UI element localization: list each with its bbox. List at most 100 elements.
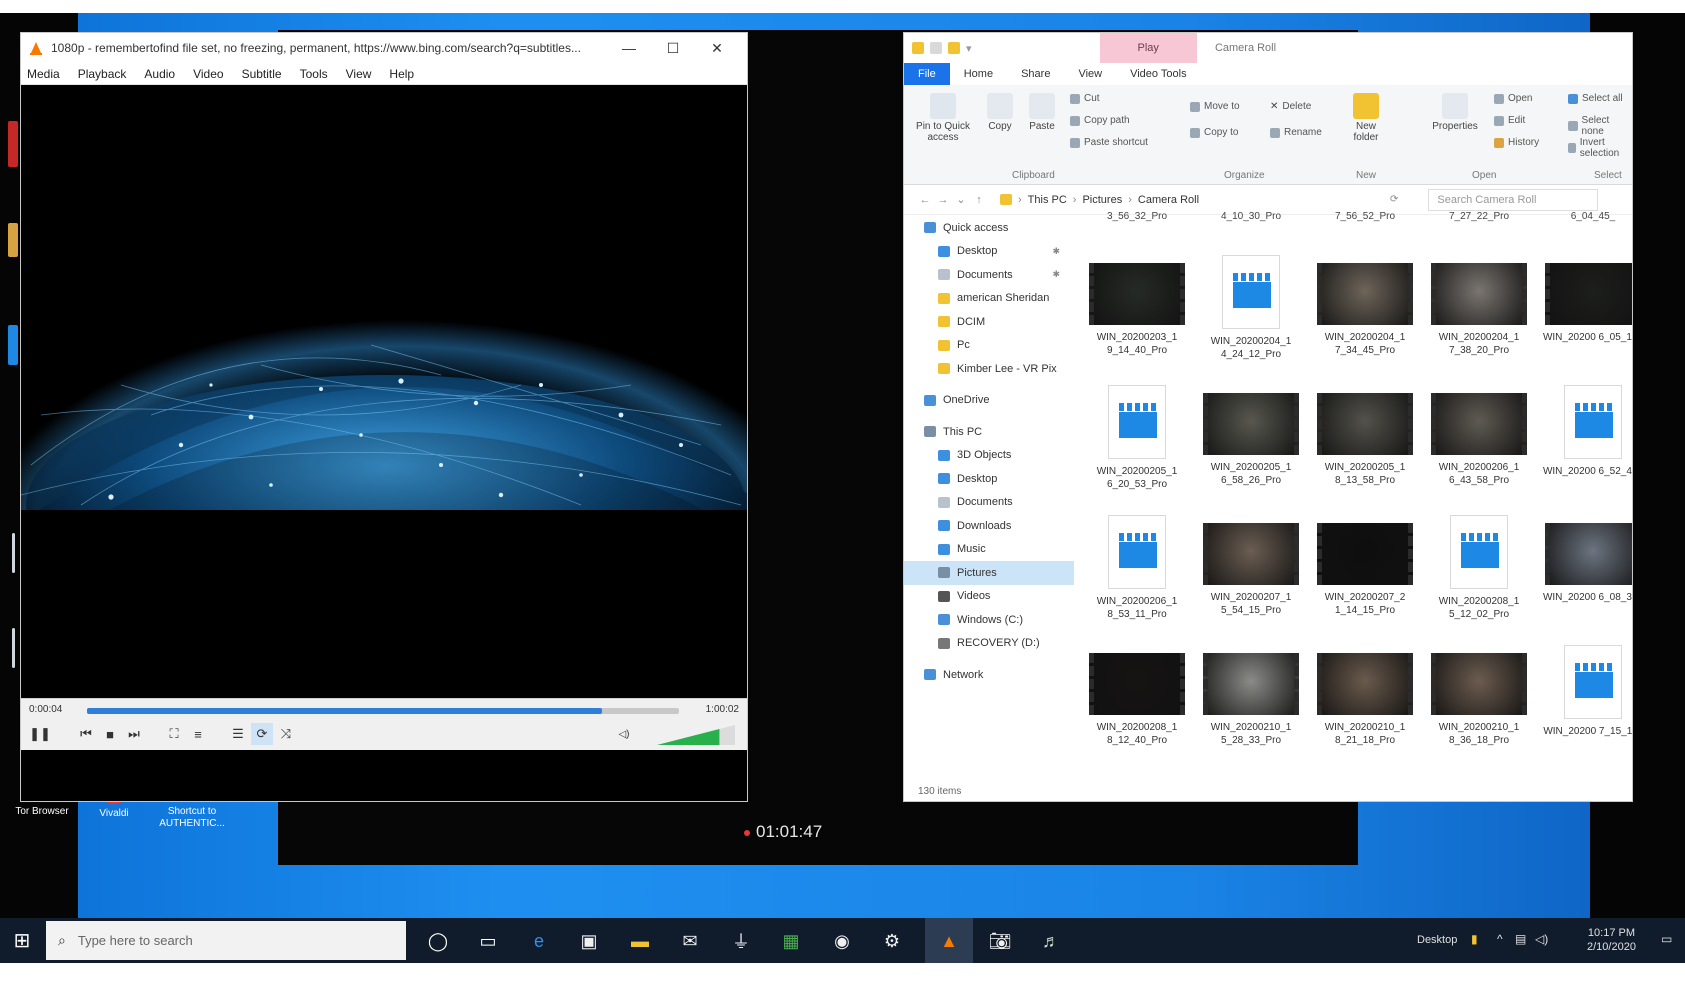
fullscreen-icon[interactable]: ⛶ bbox=[163, 723, 185, 745]
chevron-up-icon[interactable]: ^ bbox=[1497, 932, 1503, 946]
cut-button[interactable]: Cut bbox=[1070, 93, 1100, 104]
vlc-title-bar[interactable]: 1080p - remembertofind file set, no free… bbox=[21, 33, 747, 63]
file-item[interactable]: WIN_20200208_1 8_12_40_Pro bbox=[1082, 653, 1192, 793]
mute-icon[interactable]: ◁) bbox=[613, 723, 635, 745]
paste-button[interactable]: Paste bbox=[1022, 93, 1062, 132]
file-item[interactable]: WIN_20200210_1 8_21_18_Pro bbox=[1310, 653, 1420, 793]
rename-button[interactable]: Rename bbox=[1270, 127, 1322, 138]
chevron-down-icon[interactable]: ▾ bbox=[966, 42, 972, 55]
file-item[interactable]: WIN_20200204_1 4_24_12_Pro bbox=[1196, 255, 1306, 403]
volume-slider[interactable] bbox=[657, 725, 735, 745]
menu-media[interactable]: Media bbox=[27, 67, 60, 81]
cortana-icon[interactable]: ◯ bbox=[423, 926, 453, 956]
explorer-title-bar[interactable]: ▾ Play Camera Roll bbox=[904, 33, 1632, 63]
copy-button[interactable]: Copy bbox=[980, 93, 1020, 132]
edit-button[interactable]: Edit bbox=[1494, 115, 1525, 126]
network-icon[interactable]: ▤ bbox=[1515, 932, 1526, 946]
tab-home[interactable]: Home bbox=[950, 63, 1007, 85]
refresh-icon[interactable]: ⟳ bbox=[1390, 194, 1398, 205]
file-item[interactable]: WIN_20200203_1 9_14_40_Pro bbox=[1082, 263, 1192, 403]
file-item[interactable]: WIN_20200204_1 7_34_45_Pro bbox=[1310, 263, 1420, 403]
loop-icon[interactable]: ⟳ bbox=[251, 723, 273, 745]
nav-item[interactable]: Videos bbox=[904, 585, 1074, 609]
stop-icon[interactable]: ■ bbox=[99, 723, 121, 745]
mixer-icon[interactable]: ♬ bbox=[1036, 926, 1066, 956]
open-button[interactable]: Open bbox=[1494, 93, 1532, 104]
file-item[interactable]: WIN_20200207_1 5_54_15_Pro bbox=[1196, 523, 1306, 663]
close-button[interactable]: ✕ bbox=[695, 40, 739, 57]
nav-item[interactable]: RECOVERY (D:) bbox=[904, 632, 1074, 656]
playlist-icon[interactable]: ☰ bbox=[227, 723, 249, 745]
nav-item[interactable]: Documents bbox=[904, 491, 1074, 515]
next-icon[interactable]: ⏭ bbox=[123, 723, 145, 745]
nav-item[interactable]: Pc bbox=[904, 334, 1074, 358]
breadcrumb[interactable]: › This PC › Pictures › Camera Roll bbox=[1000, 194, 1390, 206]
forward-arrow-icon[interactable]: → bbox=[934, 194, 952, 206]
nav-item[interactable]: Pictures bbox=[904, 561, 1074, 585]
copy-path-button[interactable]: Copy path bbox=[1070, 115, 1130, 126]
file-item[interactable]: WIN_20200 6_08_31_ bbox=[1538, 523, 1632, 663]
task-view-icon[interactable]: ▭ bbox=[473, 926, 503, 956]
new-folder-button[interactable]: New folder bbox=[1344, 93, 1388, 143]
file-item[interactable]: WIN_20200206_1 8_53_11_Pro bbox=[1082, 515, 1192, 663]
pin-quick-access-button[interactable]: Pin to Quick access bbox=[910, 93, 976, 143]
tab-file[interactable]: File bbox=[904, 63, 950, 85]
search-input[interactable]: Search Camera Roll bbox=[1428, 188, 1599, 211]
desktop-shortcut-icon[interactable] bbox=[8, 121, 18, 167]
nav-item[interactable]: Windows (C:) bbox=[904, 608, 1074, 632]
file-caption-partial[interactable]: 4_10_30_Pro bbox=[1201, 211, 1301, 222]
nav-item[interactable]: 3D Objects bbox=[904, 444, 1074, 468]
taskbar-search-box[interactable]: ⌕ Type here to search bbox=[46, 921, 406, 960]
select-none-button[interactable]: Select none bbox=[1568, 115, 1632, 137]
action-center-icon[interactable]: ▭ bbox=[1661, 932, 1672, 946]
new-folder-small-icon[interactable] bbox=[948, 42, 960, 54]
nav-item[interactable]: DCIM bbox=[904, 310, 1074, 334]
file-item[interactable]: WIN_20200208_1 5_12_02_Pro bbox=[1424, 515, 1534, 663]
edge-icon[interactable]: e bbox=[524, 926, 554, 956]
nav-item[interactable]: Desktop bbox=[904, 467, 1074, 491]
history-button[interactable]: History bbox=[1494, 137, 1539, 148]
up-arrow-icon[interactable]: ↑ bbox=[970, 194, 988, 206]
spreadsheet-icon[interactable]: ▦ bbox=[776, 926, 806, 956]
recent-locations-icon[interactable]: ⌄ bbox=[952, 193, 970, 206]
file-item[interactable]: WIN_20200205_1 6_58_26_Pro bbox=[1196, 393, 1306, 533]
mail-icon[interactable]: ✉ bbox=[675, 926, 705, 956]
nav-item[interactable]: Kimber Lee - VR Pix bbox=[904, 357, 1074, 381]
nav-item[interactable]: american Sheridan bbox=[904, 287, 1074, 311]
file-caption-partial[interactable]: 7_56_52_Pro bbox=[1315, 211, 1415, 222]
menu-subtitle[interactable]: Subtitle bbox=[242, 67, 282, 81]
tab-share[interactable]: Share bbox=[1007, 63, 1064, 85]
file-explorer-icon[interactable]: ▬ bbox=[625, 926, 655, 956]
back-arrow-icon[interactable]: ← bbox=[916, 194, 934, 206]
menu-tools[interactable]: Tools bbox=[300, 67, 328, 81]
nav-item[interactable]: Music bbox=[904, 538, 1074, 562]
volume-icon[interactable]: ◁) bbox=[1535, 932, 1548, 946]
file-item[interactable]: WIN_20200 6_52_40_ bbox=[1538, 385, 1632, 533]
crumb-camera-roll[interactable]: Camera Roll bbox=[1138, 194, 1199, 206]
usb-icon[interactable]: ⏚ bbox=[726, 926, 756, 956]
notification-app-icon[interactable]: ▮ bbox=[1471, 932, 1478, 946]
file-item[interactable]: WIN_20200 6_05_15_ bbox=[1538, 263, 1632, 403]
desktop-shortcut-icon[interactable] bbox=[8, 223, 18, 257]
menu-help[interactable]: Help bbox=[389, 67, 414, 81]
pause-icon[interactable]: ❚❚ bbox=[29, 723, 51, 745]
properties-button[interactable]: Properties bbox=[1426, 93, 1484, 132]
shuffle-icon[interactable]: ⤨ bbox=[275, 723, 297, 745]
desktop-shortcut-icon[interactable] bbox=[8, 325, 18, 365]
store-icon[interactable]: ▣ bbox=[574, 926, 604, 956]
file-item[interactable]: WIN_20200207_2 1_14_15_Pro bbox=[1310, 523, 1420, 663]
menu-video[interactable]: Video bbox=[193, 67, 223, 81]
file-caption-partial[interactable]: 3_56_32_Pro bbox=[1087, 211, 1187, 222]
properties-small-icon[interactable] bbox=[930, 42, 942, 54]
nav-item[interactable]: This PC bbox=[904, 420, 1074, 444]
file-caption-partial[interactable]: 6_04_45_ bbox=[1543, 211, 1632, 222]
select-all-button[interactable]: Select all bbox=[1568, 93, 1623, 104]
copy-to-button[interactable]: Copy to bbox=[1190, 127, 1238, 138]
camera-icon[interactable]: 📷︎ bbox=[985, 926, 1015, 956]
file-item[interactable]: WIN_20200205_1 6_20_53_Pro bbox=[1082, 385, 1192, 533]
nav-item[interactable]: Quick access bbox=[904, 216, 1074, 240]
crumb-pictures[interactable]: Pictures bbox=[1082, 194, 1122, 206]
video-frame[interactable]: 0:00:04 1:00:02 ❚❚ ⏮ ■ ⏭ ⛶ ≡ ☰ ⟳ ⤨ ◁) bbox=[21, 85, 747, 750]
menu-playback[interactable]: Playback bbox=[78, 67, 127, 81]
desktop-shortcut-icon[interactable] bbox=[12, 628, 15, 668]
